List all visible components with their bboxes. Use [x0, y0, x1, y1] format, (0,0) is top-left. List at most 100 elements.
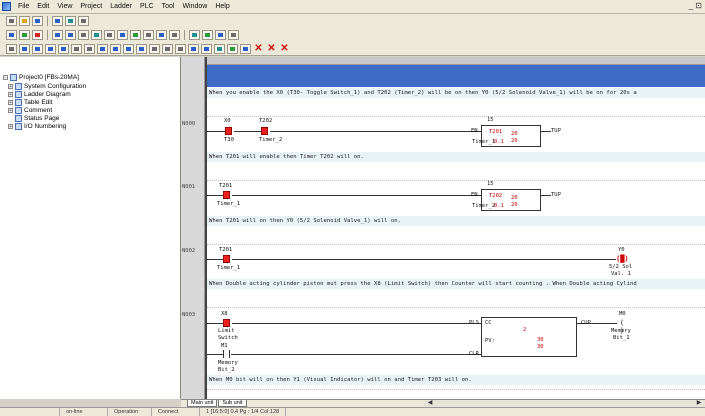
expand-icon[interactable]: + — [8, 91, 13, 97]
tab-sub-unit[interactable]: Sub unit — [218, 400, 247, 407]
header-comment[interactable]: When you enable the X0 (T30- Toggle Swit… — [207, 88, 705, 98]
io-numbering-icon — [15, 122, 22, 130]
contact-x0[interactable] — [225, 127, 232, 135]
vline-icon[interactable] — [162, 43, 173, 54]
timer-label: Timer_1 — [472, 139, 496, 145]
expand-icon[interactable]: + — [8, 83, 13, 89]
ladder-editor[interactable]: When you enable the X0 (T30- Toggle Swit… — [181, 57, 705, 399]
menu-help[interactable]: Help — [211, 3, 233, 10]
table-icon[interactable] — [189, 30, 200, 40]
counter-block-icon[interactable] — [201, 43, 212, 54]
rung-comment[interactable]: When T201 will enable then Timer T202 wi… — [207, 152, 705, 162]
grid-icon[interactable] — [215, 30, 226, 40]
expand-icon[interactable]: + — [8, 99, 13, 105]
pv-value-current: 30 — [537, 344, 544, 350]
menu-edit[interactable]: Edit — [33, 3, 53, 10]
settings-icon[interactable] — [78, 16, 89, 26]
collapse-icon[interactable]: − — [3, 74, 8, 80]
function-icon[interactable] — [175, 43, 186, 54]
save-icon[interactable] — [32, 16, 43, 26]
menu-plc[interactable]: PLC — [136, 3, 158, 10]
download-icon[interactable] — [65, 30, 76, 40]
delete-column-icon[interactable]: ✕ — [279, 43, 290, 54]
force-icon[interactable] — [130, 30, 141, 40]
upload-icon[interactable] — [52, 30, 63, 40]
window-controls[interactable]: _ ⊡ — [689, 1, 702, 10]
status-icon[interactable] — [104, 30, 115, 40]
contact-up-icon[interactable] — [45, 43, 56, 54]
preview-icon[interactable] — [65, 16, 76, 26]
counter-icon[interactable] — [169, 30, 180, 40]
contact-down-icon[interactable] — [58, 43, 69, 54]
connect-icon[interactable] — [6, 30, 17, 40]
status-connect: Connect — [152, 407, 200, 416]
rung-comment[interactable]: When Double acting cylinder piston mut p… — [207, 279, 705, 289]
contact-t201[interactable] — [223, 255, 230, 263]
timer-block-icon[interactable] — [188, 43, 199, 54]
tree-item-ladder-diagram[interactable]: + Ladder Diagram — [8, 90, 71, 98]
contact-tag: T202 — [259, 118, 273, 124]
monitor-icon[interactable] — [78, 30, 89, 40]
expand-icon[interactable]: + — [8, 123, 13, 129]
chart-icon[interactable] — [202, 30, 213, 40]
horizontal-scrollbar[interactable]: ◀ ▶ — [424, 399, 705, 407]
contact-t202[interactable] — [261, 127, 268, 135]
stop-icon[interactable] — [32, 30, 43, 40]
menu-project[interactable]: Project — [76, 3, 106, 10]
ladder-icon — [15, 90, 22, 98]
menu-view[interactable]: View — [53, 3, 76, 10]
menu-tool[interactable]: Tool — [158, 3, 179, 10]
toolbar-ladder: ✕ ✕ ✕ — [0, 42, 705, 56]
tree-item-status-page[interactable]: Status Page — [15, 114, 59, 122]
pointer-icon[interactable] — [6, 43, 17, 54]
tab-main-unit[interactable]: Main unit — [187, 400, 218, 407]
rung-comment[interactable]: When T201 will on then Y0 (5/2 Solenoid … — [207, 216, 705, 226]
contact-t201[interactable] — [223, 191, 230, 199]
coil-icon[interactable] — [97, 43, 108, 54]
scroll-right-icon[interactable]: ▶ — [695, 400, 703, 407]
contact-x8[interactable] — [223, 319, 230, 327]
zoom-icon[interactable] — [228, 30, 239, 40]
parallel-icon[interactable] — [71, 43, 82, 54]
reset-coil-icon[interactable] — [136, 43, 147, 54]
tree-root[interactable]: − Project0 [FBs-20MA] — [3, 73, 79, 81]
delete-icon[interactable]: ✕ — [253, 43, 264, 54]
tree-item-io-numbering[interactable]: + I/O Numbering — [8, 122, 66, 130]
set-coil-icon[interactable] — [123, 43, 134, 54]
compare-icon[interactable] — [91, 30, 102, 40]
en-label: EN — [471, 128, 478, 134]
io-icon[interactable] — [117, 30, 128, 40]
open-folder-icon[interactable] — [19, 16, 30, 26]
move-block-icon[interactable] — [240, 43, 251, 54]
counter-id: CC — [485, 320, 492, 326]
tree-item-table-edit[interactable]: + Table Edit — [8, 98, 53, 106]
menu-window[interactable]: Window — [178, 3, 211, 10]
open-line-icon[interactable] — [84, 43, 95, 54]
wire — [232, 195, 481, 196]
counter-block[interactable] — [481, 317, 577, 357]
expand-icon[interactable]: + — [8, 107, 13, 113]
compare-block-icon[interactable] — [214, 43, 225, 54]
print-icon[interactable] — [52, 16, 63, 26]
tree-item-system-configuration[interactable]: + System Configuration — [8, 82, 86, 90]
math-block-icon[interactable] — [227, 43, 238, 54]
timer-icon[interactable] — [156, 30, 167, 40]
scroll-left-icon[interactable]: ◀ — [426, 400, 434, 407]
new-file-icon[interactable] — [6, 16, 17, 26]
menu-ladder[interactable]: Ladder — [106, 3, 136, 10]
not-coil-icon[interactable] — [110, 43, 121, 54]
contact-nc-icon[interactable] — [32, 43, 43, 54]
coil-y0[interactable]: (█) — [616, 255, 629, 263]
register-icon[interactable] — [143, 30, 154, 40]
tree-item-comment[interactable]: + Comment — [8, 106, 52, 114]
contact-m1[interactable] — [223, 350, 230, 358]
coil-m0[interactable]: ( ) — [617, 319, 627, 335]
contact-tag: X8 — [221, 311, 228, 317]
delete-row-icon[interactable]: ✕ — [266, 43, 277, 54]
run-icon[interactable] — [19, 30, 30, 40]
menu-file[interactable]: File — [14, 3, 33, 10]
hline-icon[interactable] — [149, 43, 160, 54]
contact-no-icon[interactable] — [19, 43, 30, 54]
tree-item-label: Table Edit — [24, 98, 53, 106]
rung-comment[interactable]: When M0 bit will on then Y1 (Visual Indi… — [207, 375, 705, 385]
